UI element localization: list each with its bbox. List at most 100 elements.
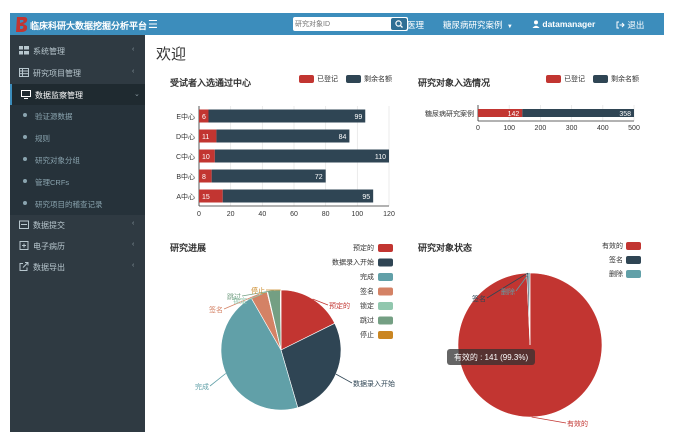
submenu-item-audit[interactable]: 研究项目的稽查记录 — [10, 193, 145, 214]
panel-title-status: 研究对象状态 — [418, 243, 473, 253]
upload-icon — [19, 220, 29, 229]
submenu-item-verify[interactable]: 验证源数据 — [10, 105, 145, 126]
logout-button[interactable]: 退出 — [616, 19, 644, 31]
sidebar-item-system[interactable]: 系统管理 ‹ — [10, 40, 145, 61]
search-input[interactable] — [295, 18, 389, 30]
panel-title-enroll-subject: 研究对象入选情况 — [418, 78, 491, 88]
x-tick-label: 400 — [597, 125, 609, 132]
sidebar-item-projects[interactable]: 研究项目管理 ‹ — [10, 62, 145, 83]
pie-label-line — [531, 416, 567, 424]
legend-swatch — [626, 256, 641, 264]
x-tick-label: 300 — [566, 125, 578, 132]
bar-data-label: 11 — [202, 134, 209, 141]
grid-icon — [19, 46, 29, 55]
bar-data-label: 358 — [619, 111, 631, 118]
sidebar-item-label: 电子病历 — [33, 242, 65, 251]
search-button[interactable] — [391, 18, 407, 30]
pie-label: 签名 — [472, 294, 486, 303]
submenu-item-groups[interactable]: 研究对象分组 — [10, 149, 145, 170]
pie-label: 签名 — [209, 305, 223, 314]
nav-item-project[interactable]: 糖尿病研究案例 ▼ — [443, 19, 513, 31]
pie-label-line — [247, 291, 268, 301]
pie-slice — [528, 272, 531, 346]
legend-swatch — [378, 316, 393, 325]
legend-swatch — [378, 302, 393, 310]
bar-data-label: 10 — [202, 154, 210, 161]
pie-slice — [526, 272, 531, 346]
pie-label: 预定的 — [329, 301, 350, 310]
pie-label: 停止 — [251, 286, 265, 295]
bar-registered — [478, 109, 523, 117]
bar-remaining — [211, 169, 326, 183]
bar-data-label: 6 — [202, 114, 206, 121]
sidebar-item-export[interactable]: 数据导出 ‹ — [10, 256, 145, 277]
x-tick-label: 60 — [290, 211, 298, 218]
bar-remaining — [216, 129, 350, 143]
bar-data-label: 95 — [362, 194, 370, 201]
legend-label: 签名 — [360, 287, 374, 296]
bar-data-label: 99 — [354, 114, 362, 121]
legend-label: 已登记 — [564, 74, 585, 83]
page-title: 欢迎 — [156, 46, 187, 63]
legend-swatch — [378, 287, 393, 296]
pie-label-line — [515, 272, 530, 292]
pie-label: 锁定 — [233, 296, 247, 305]
bar-data-label: 72 — [315, 174, 323, 181]
chevron-down-icon: ⌄ — [134, 91, 140, 98]
sidebar-item-monitoring[interactable]: 数据监察管理 ⌄ — [10, 84, 145, 105]
pie-label-line — [312, 298, 329, 306]
pie-label: 跳过 — [227, 292, 241, 301]
bar-remaining — [222, 189, 374, 203]
sidebar-item-label: 研究项目管理 — [33, 69, 81, 78]
legend-swatch — [378, 258, 393, 267]
user-menu[interactable]: datamanager — [532, 19, 595, 29]
nav-item-yili[interactable]: 医理 — [407, 19, 424, 31]
pie-slice — [266, 291, 282, 351]
monitor-icon — [21, 90, 31, 99]
bullet-icon — [23, 157, 27, 161]
sidebar-item-label: 数据导出 — [33, 263, 65, 272]
sidebar-item-emr[interactable]: 电子病历 ‹ — [10, 235, 145, 256]
pie-label: 有效的 — [567, 419, 588, 428]
bullet-icon — [23, 113, 27, 117]
bar-data-label: 15 — [202, 194, 210, 201]
x-tick-label: 80 — [322, 211, 330, 218]
menu-toggle-icon[interactable]: ☰ — [148, 18, 158, 31]
legend-label: 数据录入开始 — [332, 258, 374, 267]
y-tick-label: E中心 — [176, 112, 195, 121]
pie-label-line — [209, 373, 227, 387]
legend-label: 完成 — [360, 272, 374, 281]
legend-label: 已登记 — [317, 74, 338, 83]
user-icon — [532, 20, 540, 28]
top-navbar: 临床科研大数据挖掘分析平台 ☰ 医理 糖尿病研究案例 ▼ datamanager — [10, 13, 664, 35]
x-tick-label: 200 — [535, 125, 547, 132]
legend-label: 剩余名额 — [364, 74, 392, 83]
bullet-icon — [23, 179, 27, 183]
y-tick-label: D中心 — [176, 132, 195, 141]
legend-swatch — [378, 331, 393, 339]
bar-remaining — [214, 149, 389, 163]
chevron-left-icon: ‹ — [132, 220, 135, 227]
legend-label: 剩余名额 — [611, 74, 639, 83]
sidebar-item-submit[interactable]: 数据提交 ‹ — [10, 214, 145, 235]
x-tick-label: 100 — [351, 211, 363, 218]
pie-label-line — [223, 293, 260, 310]
submenu-label: 研究项目的稽查记录 — [35, 200, 103, 209]
chevron-left-icon: ‹ — [132, 262, 135, 269]
table-icon — [19, 68, 29, 77]
pie-label: 数据录入开始 — [353, 379, 395, 388]
legend-swatch — [626, 242, 641, 250]
bar-data-label: 110 — [375, 154, 386, 161]
app-title: 临床科研大数据挖掘分析平台 — [30, 21, 148, 31]
pie-slice — [280, 289, 336, 351]
x-tick-label: 500 — [628, 125, 640, 132]
submenu-item-crfs[interactable]: 管理CRFs — [10, 171, 145, 192]
submenu-item-rules[interactable]: 规则 — [10, 127, 145, 148]
legend-label: 停止 — [360, 330, 374, 339]
tooltip-text: 有效的 : 141 (99.3%) — [454, 352, 529, 362]
bar-remaining — [208, 109, 366, 123]
x-tick-label: 120 — [383, 211, 395, 218]
bar-data-label: 84 — [339, 134, 347, 141]
legend-swatch — [378, 244, 393, 252]
pie-slice — [279, 289, 282, 351]
